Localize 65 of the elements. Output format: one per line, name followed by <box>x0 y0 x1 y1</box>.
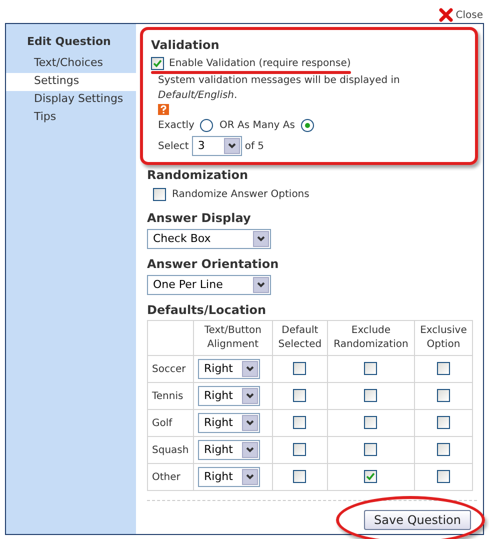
checkbox[interactable] <box>436 470 450 484</box>
sidebar-title: Edit Question <box>26 34 112 50</box>
checkbox[interactable] <box>153 188 166 201</box>
caret-icon <box>246 474 254 480</box>
radio-label: Exactly <box>158 119 194 133</box>
help-icon[interactable] <box>158 104 169 115</box>
checkbox[interactable] <box>151 57 164 70</box>
section-heading: Validation <box>151 37 220 54</box>
dropdown[interactable]: Right <box>198 413 260 433</box>
section-heading: Answer Display <box>147 210 252 227</box>
table-cell: Squash <box>148 436 194 464</box>
checkbox[interactable] <box>436 416 450 430</box>
close-icon <box>438 8 453 22</box>
caret-icon <box>257 282 265 288</box>
dropdown[interactable]: Right <box>198 440 260 460</box>
table-cell: Tennis <box>148 382 194 410</box>
radio-button[interactable] <box>200 119 214 132</box>
dropdown[interactable]: One Per Line <box>147 275 271 295</box>
caret-icon <box>246 420 254 426</box>
dropdown[interactable]: Check Box <box>147 229 271 249</box>
table-cell: Golf <box>148 410 194 436</box>
select-label: Select <box>158 140 189 154</box>
dropdown[interactable]: Right <box>198 359 260 379</box>
column-header: Text/Button Alignment <box>194 320 272 356</box>
checkbox[interactable] <box>436 389 450 402</box>
sidebar-item[interactable]: Text/Choices <box>6 54 136 72</box>
validation-message: System validation messages will be displayed in Default/English. <box>157 74 401 103</box>
checkbox[interactable] <box>293 470 306 484</box>
checkbox[interactable] <box>293 389 306 402</box>
dropdown[interactable]: Right <box>198 386 260 406</box>
table-cell: Other <box>148 464 194 490</box>
radio-button[interactable] <box>300 119 314 132</box>
checkbox[interactable] <box>293 443 306 456</box>
section-heading: Randomization <box>147 167 250 184</box>
sidebar-item[interactable]: Display Settings <box>6 90 136 108</box>
caret-icon <box>257 236 265 242</box>
checkbox[interactable] <box>436 443 450 456</box>
caret-icon <box>246 447 254 453</box>
checkbox[interactable] <box>364 416 378 430</box>
caret-icon <box>246 393 254 399</box>
caret-icon <box>246 366 254 372</box>
select-suffix: of 5 <box>244 140 264 154</box>
close-button[interactable]: Close <box>438 8 483 22</box>
save-button[interactable]: Save Question <box>364 510 471 530</box>
sidebar-item[interactable]: Tips <box>6 108 136 126</box>
checkbox[interactable] <box>364 389 378 402</box>
column-header: Default Selected <box>272 320 328 356</box>
section-heading: Defaults/Location <box>147 302 268 319</box>
checkbox-label: Enable Validation (require response) <box>169 57 351 71</box>
checkbox[interactable] <box>436 362 450 376</box>
table-cell: Soccer <box>148 356 194 382</box>
checkbox[interactable] <box>293 416 306 430</box>
checkbox[interactable] <box>364 362 378 376</box>
column-header: Exclusive Option <box>414 320 472 356</box>
dropdown[interactable]: Right <box>198 467 260 487</box>
checkbox[interactable] <box>364 470 378 484</box>
checkbox[interactable] <box>293 362 306 376</box>
sidebar-item[interactable]: Settings <box>6 72 136 90</box>
checkbox[interactable] <box>364 443 378 456</box>
caret-icon <box>228 143 236 149</box>
column-header: Exclude Randomization <box>327 320 414 356</box>
checkbox-label: Randomize Answer Options <box>172 188 310 202</box>
section-heading: Answer Orientation <box>147 256 280 273</box>
radio-label: OR As Many As <box>219 119 295 133</box>
dropdown[interactable]: 3 <box>192 136 242 156</box>
